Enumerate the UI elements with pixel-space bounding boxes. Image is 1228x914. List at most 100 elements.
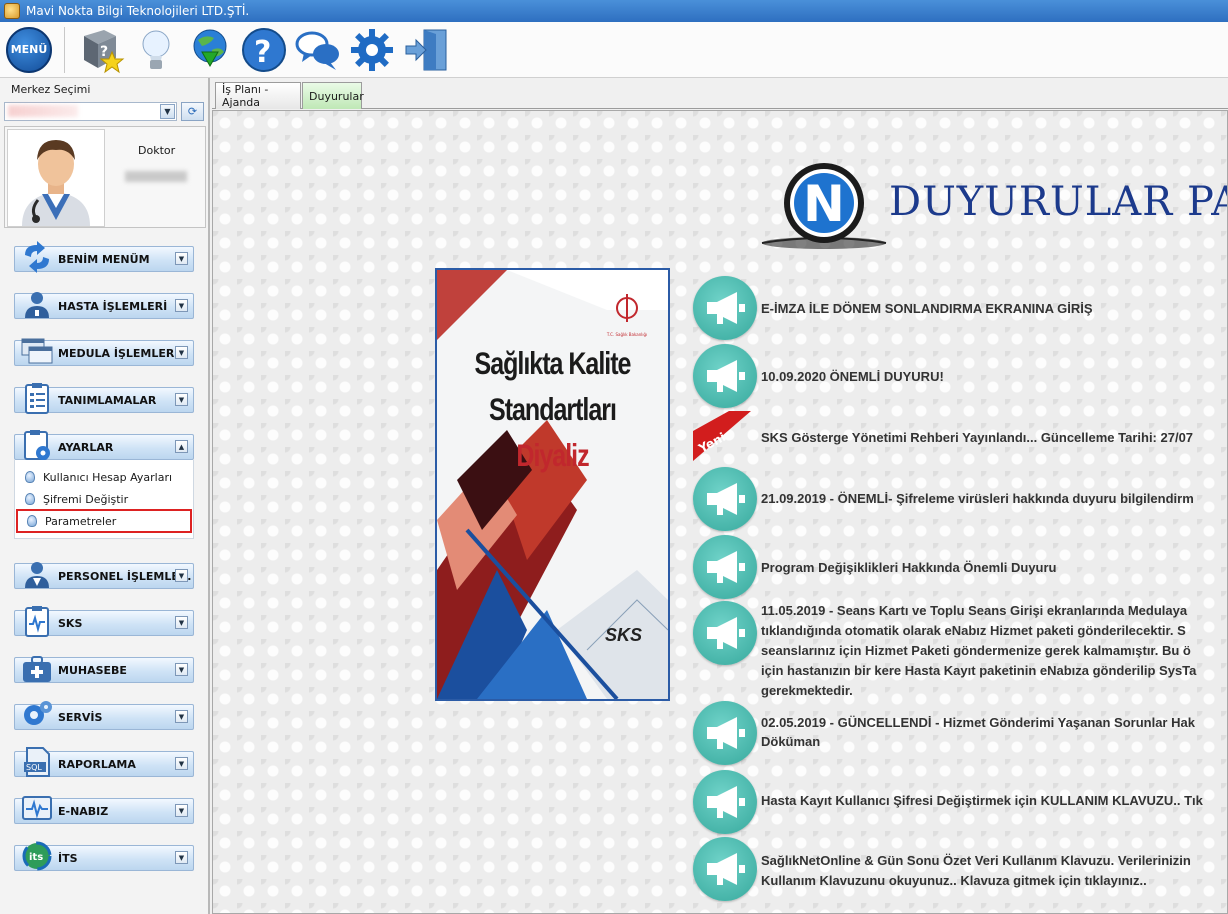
sidebar-item-label: PERSONEL İŞLEMLE...	[58, 570, 192, 583]
chevron-up-icon[interactable]: ▲	[175, 440, 188, 453]
announcement-text-line: 02.05.2019 - GÜNCELLENDİ - Hizmet Gönder…	[761, 715, 1195, 730]
announcement-text-line: Döküman	[761, 734, 821, 749]
svg-text:?: ?	[254, 35, 271, 70]
sidebar-item-label: SERVİS	[58, 711, 103, 724]
update-button[interactable]	[185, 25, 235, 75]
sql-report-icon: SQL	[24, 747, 50, 777]
announcement-text-line: için hastanızın bir kere Hasta Kayıt pak…	[761, 663, 1197, 678]
sidebar-item-hasta-islemleri[interactable]: HASTA İŞLEMLERİ ▼	[14, 292, 194, 319]
megaphone-icon	[693, 837, 757, 901]
sidebar-item-its[interactable]: its İTS ▼	[14, 841, 194, 871]
ayarlar-submenu: Kullanıcı Hesap Ayarları Şifremi Değişti…	[14, 460, 194, 539]
center-select[interactable]: ▼	[4, 102, 177, 121]
chevron-down-icon[interactable]: ▼	[175, 346, 188, 359]
chevron-down-icon[interactable]: ▼	[175, 569, 188, 582]
favorites-button[interactable]: ?	[77, 25, 127, 75]
announcement-text-line: tıklandığında otomatik olarak eNabız Hiz…	[761, 623, 1186, 638]
chevron-down-icon[interactable]: ▼	[175, 710, 188, 723]
toolbar-separator	[64, 26, 65, 73]
sidebar-item-benim-menum[interactable]: BENİM MENÜM ▼	[14, 241, 194, 273]
user-role: Doktor	[138, 144, 176, 157]
chevron-down-icon[interactable]: ▼	[175, 663, 188, 676]
announcements-panel: N DUYURULAR PA T.C. Sağlık Bakanlığı Sağ…	[212, 110, 1228, 914]
sidebar-item-servis[interactable]: SERVİS ▼	[14, 701, 194, 730]
book-title-line2: Standartları	[489, 392, 617, 428]
sidebar-item-label: SKS	[58, 617, 83, 630]
sks-book-cover[interactable]: T.C. Sağlık Bakanlığı Sağlıkta Kalite St…	[435, 268, 670, 701]
chevron-down-icon[interactable]: ▼	[160, 104, 175, 119]
announcement-text-line: 11.05.2019 - Seans Kartı ve Toplu Seans …	[761, 603, 1188, 618]
megaphone-icon	[693, 535, 757, 599]
megaphone-icon	[693, 467, 757, 531]
tab-duyurular[interactable]: Duyurular	[302, 82, 364, 109]
announcement-text: Hasta Kayıt Kullanıcı Şifresi Değiştirme…	[761, 793, 1203, 808]
avatar	[7, 129, 105, 227]
chevron-down-icon[interactable]: ▼	[175, 757, 188, 770]
announcement-text: E-İMZA İLE DÖNEM SONLANDIRMA EKRANINA Gİ…	[761, 301, 1093, 316]
sidebar-item-sks[interactable]: SKS ▼	[14, 606, 194, 637]
submenu-item-label: Parametreler	[45, 514, 117, 528]
settings-clipboard-icon	[24, 430, 50, 460]
submenu-item-sifremi-degistir[interactable]: Şifremi Değiştir	[25, 490, 128, 508]
app-icon	[4, 3, 20, 19]
book-title-line3: Diyaliz	[516, 438, 589, 474]
sks-clipboard-icon	[25, 606, 49, 637]
chevron-down-icon[interactable]: ▼	[175, 299, 188, 312]
announcement-text: 21.09.2019 - ÖNEMLİ- Şifreleme virüsleri…	[761, 491, 1194, 506]
sidebar-item-medula-islemleri[interactable]: MEDULA İŞLEMLERİ ▼	[14, 338, 194, 366]
svg-text:?: ?	[100, 44, 108, 60]
megaphone-icon	[693, 770, 757, 834]
patient-icon	[25, 292, 49, 318]
chevron-down-icon[interactable]: ▼	[175, 393, 188, 406]
window-title: Mavi Nokta Bilgi Teknolojileri LTD.ŞTİ.	[26, 4, 250, 18]
svg-text:N: N	[803, 175, 845, 233]
settings-button[interactable]	[347, 25, 397, 75]
company-logo: N	[761, 163, 887, 249]
tab-is-plani-ajanda[interactable]: İş Planı - Ajanda	[215, 82, 301, 109]
megaphone-icon	[693, 344, 757, 408]
megaphone-icon	[693, 276, 757, 340]
chevron-down-icon[interactable]: ▼	[175, 252, 188, 265]
center-select-value	[8, 105, 78, 117]
announcement-text-line: seanslarınız için Hizmet Paketi gönderme…	[761, 643, 1191, 658]
tab-label: Duyurular	[309, 89, 364, 103]
chat-button[interactable]	[293, 25, 343, 75]
user-name	[125, 171, 187, 182]
sidebar-item-label: AYARLAR	[58, 441, 114, 454]
sidebar-item-e-nabiz[interactable]: E-NABIZ ▼	[14, 796, 194, 824]
sidebar-item-label: HASTA İŞLEMLERİ	[58, 300, 168, 313]
svg-text:SQL: SQL	[26, 763, 42, 772]
clipboard-list-icon	[25, 383, 49, 414]
menu-button[interactable]: MENÜ	[4, 25, 54, 75]
sidebar-item-label: BENİM MENÜM	[58, 253, 150, 266]
announcement-text-line: gerekmektedir.	[761, 683, 853, 698]
sidebar-item-muhasebe[interactable]: MUHASEBE ▼	[14, 656, 194, 683]
help-button[interactable]: ?	[239, 25, 289, 75]
tab-label: İş Planı - Ajanda	[222, 83, 269, 109]
sidebar-item-label: RAPORLAMA	[58, 758, 136, 771]
book-title-line1: Sağlıkta Kalite	[474, 346, 632, 382]
submenu-item-parametreler[interactable]: Parametreler	[16, 509, 192, 533]
refresh-button[interactable]: ⟳	[181, 102, 204, 121]
lightbulb-icon	[25, 493, 35, 505]
sidebar-item-label: MUHASEBE	[58, 664, 127, 677]
sidebar-item-personel-islemleri[interactable]: PERSONEL İŞLEMLE... ▼	[14, 562, 194, 589]
window-title-bar: Mavi Nokta Bilgi Teknolojileri LTD.ŞTİ.	[0, 0, 1228, 22]
chevron-down-icon[interactable]: ▼	[175, 616, 188, 629]
tips-button[interactable]	[131, 25, 181, 75]
svg-text:its: its	[29, 852, 43, 863]
favorites-book-icon: ?	[84, 29, 125, 73]
chevron-down-icon[interactable]: ▼	[175, 804, 188, 817]
submenu-item-kullanici-hesap-ayarlari[interactable]: Kullanıcı Hesap Ayarları	[25, 468, 172, 486]
chevron-down-icon[interactable]: ▼	[175, 851, 188, 864]
sidebar-item-tanimlamalar[interactable]: TANIMLAMALAR ▼	[14, 383, 194, 414]
submenu-item-label: Şifremi Değiştir	[43, 492, 129, 506]
announcement-text-line: Kullanım Klavuzunu okuyunuz.. Klavuza gi…	[761, 873, 1147, 888]
exit-button[interactable]	[401, 25, 451, 75]
megaphone-icon	[693, 601, 757, 665]
megaphone-icon	[693, 701, 757, 765]
sidebar-item-raporlama[interactable]: SQL RAPORLAMA ▼	[14, 747, 194, 777]
sidebar-item-ayarlar[interactable]: AYARLAR ▲	[14, 430, 194, 460]
main-toolbar: MENÜ ? ?	[0, 22, 1228, 78]
lightbulb-icon	[142, 30, 170, 69]
